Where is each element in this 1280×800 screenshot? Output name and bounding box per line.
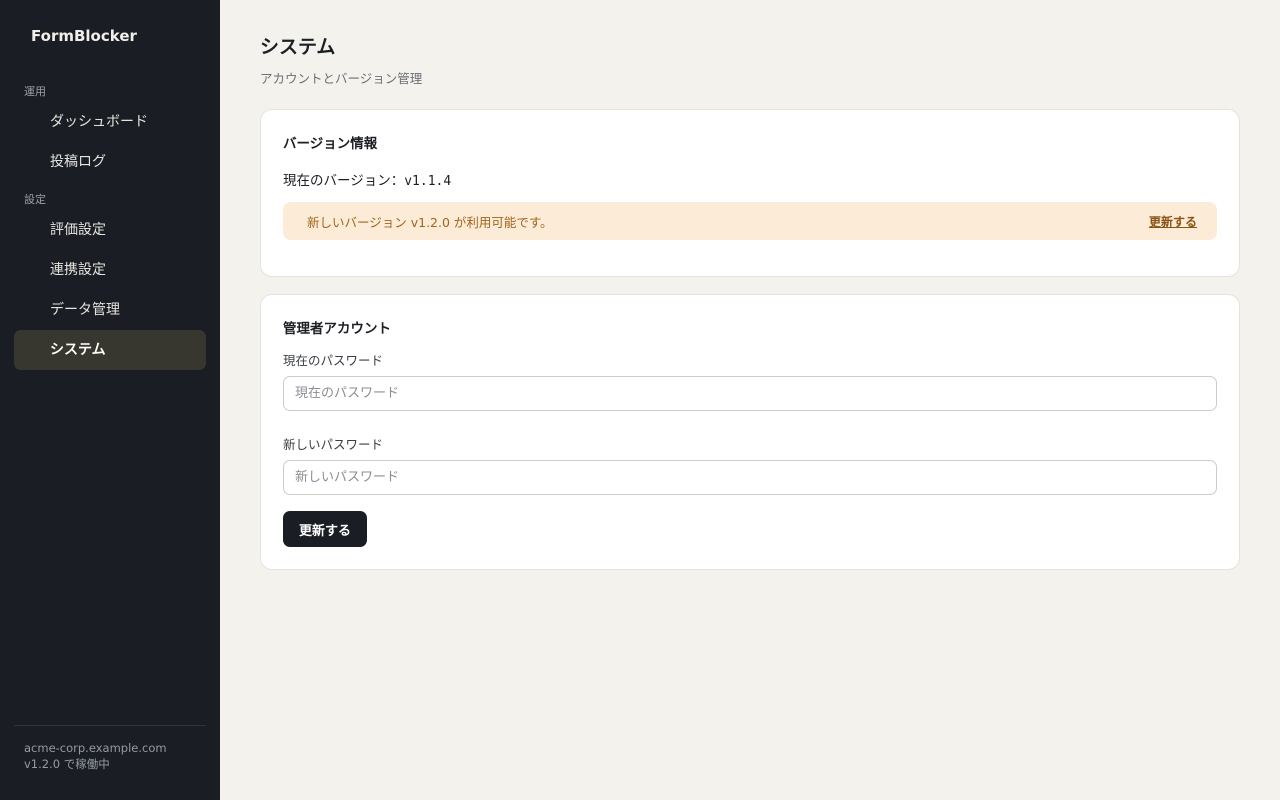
current-version-value: v1.1.4 <box>404 174 452 189</box>
version-info-card: バージョン情報 現在のバージョン：v1.1.4 新しいバージョン v1.2.0 … <box>260 109 1240 277</box>
page-title: システム <box>260 36 336 58</box>
update-link[interactable]: 更新する <box>1149 213 1197 230</box>
page-subtitle: アカウントとバージョン管理 <box>260 71 423 86</box>
update-password-button[interactable]: 更新する <box>283 511 368 547</box>
sidebar-item-post-log[interactable]: 投稿ログ <box>14 142 206 182</box>
new-password-input[interactable] <box>283 460 1217 495</box>
sidebar-item-evaluation-settings[interactable]: 評価設定 <box>14 210 206 250</box>
update-notice-text: 新しいバージョン v1.2.0 が利用可能です。 <box>307 214 553 230</box>
admin-account-card: 管理者アカウント 現在のパスワード 新しいパスワード 更新する <box>260 294 1240 570</box>
account-card-title: 管理者アカウント <box>283 321 391 337</box>
update-available-notice: 新しいバージョン v1.2.0 が利用可能です。 更新する <box>283 202 1217 240</box>
sidebar-item-dashboard[interactable]: ダッシュボード <box>14 102 206 142</box>
current-version-label: 現在のバージョン： <box>283 173 405 189</box>
sidebar-item-data-management[interactable]: データ管理 <box>14 290 206 330</box>
tenant-host: acme-corp.example.com <box>24 741 167 755</box>
current-version: 現在のバージョン：v1.1.4 <box>283 169 1217 189</box>
app-logo[interactable]: FormBlocker <box>14 0 206 80</box>
sidebar-item-integration-settings[interactable]: 連携設定 <box>14 250 206 290</box>
main-content: システム アカウントとバージョン管理 バージョン情報 現在のバージョン：v1.1… <box>220 0 1280 800</box>
sidebar-footer: acme-corp.example.com v1.2.0 で稼働中 <box>14 725 206 772</box>
current-password-label: 現在のパスワード <box>283 353 384 368</box>
new-password-label: 新しいパスワード <box>283 437 384 452</box>
running-version: v1.2.0 で稼働中 <box>24 757 110 771</box>
version-card-title: バージョン情報 <box>283 136 378 152</box>
sidebar-section-operations: 運用 <box>24 85 46 98</box>
sidebar-item-system[interactable]: システム <box>14 330 206 370</box>
sidebar-section-settings: 設定 <box>24 193 46 206</box>
current-password-input[interactable] <box>283 376 1217 411</box>
sidebar: FormBlocker 運用 ダッシュボード 投稿ログ 設定 評価設定 連携設定… <box>0 0 220 800</box>
